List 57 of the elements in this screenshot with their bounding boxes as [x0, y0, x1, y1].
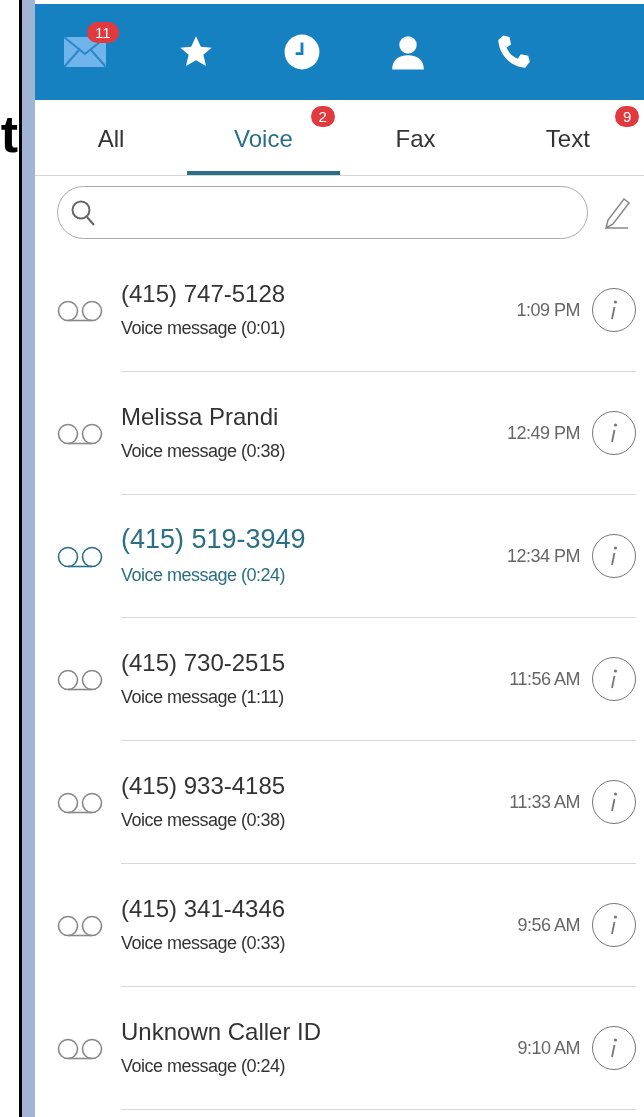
message-time: 12:34 PM	[506, 544, 580, 568]
voicemail-icon	[57, 422, 103, 445]
caller-name: (415) 747-5128	[121, 278, 287, 309]
count-badge: 2	[310, 106, 335, 127]
filter-tab[interactable]: Fax	[339, 100, 492, 175]
message-time: 9:56 AM	[517, 913, 580, 937]
caller-name: Melissa Prandi	[121, 401, 280, 432]
filter-tab[interactable]: Text 9	[491, 100, 644, 175]
edge-text: t	[0, 108, 18, 160]
voicemail-icon	[57, 1037, 103, 1060]
info-icon	[610, 791, 618, 813]
caller-name: (415) 341-4346	[121, 893, 287, 924]
voicemail-row[interactable]: (415) 519-3949 Voice message (0:24) 12:34 PM	[35, 495, 644, 618]
pencil-icon[interactable]	[604, 195, 630, 230]
voicemail-icon	[57, 668, 103, 691]
voicemail-row[interactable]: (415) 933-4185 Voice message (0:38) 11:33 AM	[35, 741, 644, 864]
toolbar-button[interactable]: 11	[63, 22, 143, 82]
caller-name: (415) 730-2515	[121, 647, 287, 678]
phone-icon	[496, 34, 532, 70]
message-detail: Voice message (0:01)	[121, 316, 287, 340]
message-detail: Voice message (1:11)	[121, 685, 285, 709]
message-detail: Voice message (0:24)	[121, 1054, 287, 1078]
caller-name: (415) 933-4185	[121, 770, 287, 801]
voicemail-icon	[57, 791, 103, 814]
voicemail-row[interactable]: (415) 730-2515 Voice message (1:11) 11:56 AM	[35, 618, 644, 741]
info-icon	[610, 545, 618, 567]
voicemail-row[interactable]: (415) 341-4346 Voice message (0:33) 9:56 AM	[35, 864, 644, 987]
message-time: 11:33 AM	[509, 790, 580, 814]
voicemail-icon	[57, 299, 103, 322]
person-icon	[389, 33, 427, 71]
message-detail: Voice message (0:38)	[121, 808, 287, 832]
envelope-icon	[63, 36, 107, 68]
message-time: 12:49 PM	[506, 421, 580, 445]
message-time: 11:56 AM	[509, 667, 580, 691]
count-badge: 11	[87, 22, 119, 43]
message-time: 9:10 AM	[517, 1036, 580, 1060]
filter-tab[interactable]: Voice 2	[187, 100, 340, 175]
message-detail: Voice message (0:38)	[121, 439, 287, 463]
message-detail: Voice message (0:33)	[121, 931, 287, 955]
info-icon	[610, 914, 618, 936]
message-time: 1:09 PM	[516, 298, 580, 322]
voicemail-row[interactable]: Melissa Prandi Voice message (0:38) 12:49 PM	[35, 372, 644, 495]
caller-name: Unknown Caller ID	[121, 1016, 323, 1047]
info-icon	[610, 422, 618, 444]
voicemail-row[interactable]: Unknown Caller ID Voice message (0:24) 9:10 AM	[35, 987, 644, 1110]
caller-name: (415) 519-3949	[121, 522, 307, 556]
clock-icon	[283, 33, 321, 71]
message-detail: Voice message (0:24)	[121, 564, 287, 588]
filter-tab[interactable]: All	[35, 100, 188, 175]
count-badge: 9	[615, 106, 640, 127]
info-icon	[610, 668, 618, 690]
search-icon	[70, 198, 96, 227]
voicemail-icon	[57, 914, 103, 937]
voicemail-icon	[57, 545, 103, 568]
info-icon	[610, 299, 618, 321]
voicemail-row[interactable]: (415) 747-5128 Voice message (0:01) 1:09 PM	[35, 249, 644, 372]
info-icon	[610, 1037, 618, 1059]
